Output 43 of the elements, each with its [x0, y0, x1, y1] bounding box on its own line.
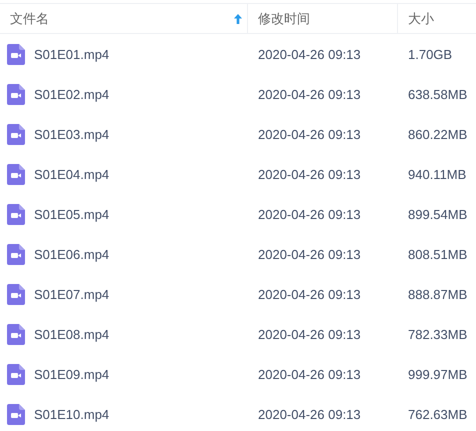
video-file-icon: [7, 164, 25, 184]
modified-time: 2020-04-26 09:13: [257, 166, 362, 182]
video-file-icon: [7, 124, 25, 144]
video-file-icon: [7, 284, 25, 304]
file-size: 808.51MB: [407, 246, 468, 262]
file-size: 888.87MB: [407, 286, 468, 302]
file-size: 899.54MB: [407, 206, 468, 222]
file-size: 782.33MB: [407, 326, 468, 342]
column-header[interactable]: 文件名: [0, 4, 248, 33]
modified-time: 2020-04-26 09:13: [257, 126, 362, 142]
video-file-icon: [7, 84, 25, 104]
file-name[interactable]: S01E06.mp4: [34, 246, 110, 262]
modified-time: 2020-04-26 09:13: [257, 326, 362, 342]
video-file-icon: [7, 324, 25, 344]
video-file-icon: [7, 404, 25, 424]
video-file-icon: [7, 44, 25, 64]
column-header[interactable]: 修改时间: [248, 4, 398, 33]
file-size: 999.97MB: [407, 366, 468, 382]
file-size: 860.22MB: [407, 126, 468, 142]
file-name[interactable]: S01E10.mp4: [34, 406, 110, 422]
file-name[interactable]: S01E03.mp4: [34, 126, 110, 142]
video-file-icon: [7, 244, 25, 264]
modified-time: 2020-04-26 09:13: [257, 86, 362, 102]
file-size: 638.58MB: [407, 86, 468, 102]
file-name[interactable]: S01E05.mp4: [34, 206, 110, 222]
file-name[interactable]: S01E02.mp4: [34, 86, 110, 102]
file-size: 940.11MB: [407, 166, 468, 182]
column-header[interactable]: 大小: [398, 4, 476, 33]
file-name[interactable]: S01E04.mp4: [34, 166, 110, 182]
modified-time: 2020-04-26 09:13: [257, 406, 362, 422]
file-size: 762.63MB: [407, 406, 468, 422]
modified-time: 2020-04-26 09:13: [257, 366, 362, 382]
file-name[interactable]: S01E08.mp4: [34, 326, 110, 342]
file-name[interactable]: S01E01.mp4: [34, 46, 110, 62]
file-name[interactable]: S01E07.mp4: [34, 286, 110, 302]
video-file-icon: [7, 204, 25, 224]
modified-time: 2020-04-26 09:13: [257, 206, 362, 222]
modified-time: 2020-04-26 09:13: [257, 46, 362, 62]
file-size: 1.70GB: [407, 46, 454, 62]
modified-time: 2020-04-26 09:13: [257, 246, 362, 262]
video-file-icon: [7, 364, 25, 384]
file-name[interactable]: S01E09.mp4: [34, 366, 110, 382]
modified-time: 2020-04-26 09:13: [257, 286, 362, 302]
